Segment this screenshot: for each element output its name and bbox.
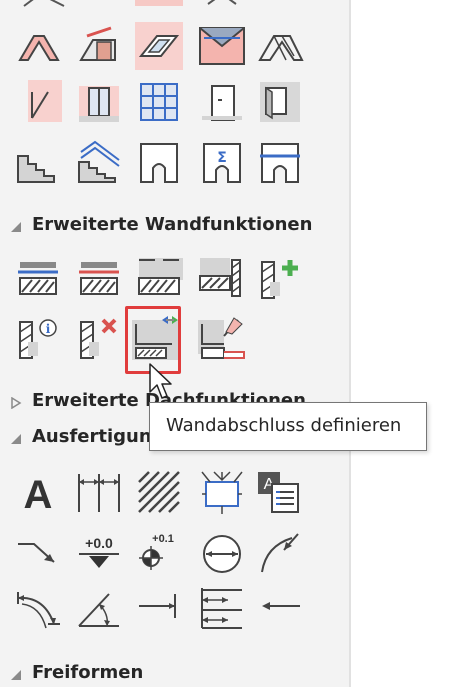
arch-opening-icon[interactable] xyxy=(135,138,183,186)
tooltip: Wandabschluss definieren xyxy=(149,402,427,451)
roof-icon[interactable] xyxy=(14,22,62,70)
canvas-area[interactable] xyxy=(351,0,452,687)
roof-dormer-icon[interactable] xyxy=(75,22,123,70)
wall-info-icon[interactable]: i xyxy=(14,314,62,362)
symbol-box-icon[interactable] xyxy=(198,468,246,516)
section-title: Erweiterte Wandfunktionen xyxy=(32,214,313,235)
expand-triangle-icon xyxy=(11,397,22,409)
section-header-freeforms[interactable]: Freiformen xyxy=(0,660,350,690)
lintel-opening-icon[interactable] xyxy=(256,138,304,186)
text-icon[interactable]: A xyxy=(14,468,62,516)
tooltip-text: Wandabschluss definieren xyxy=(166,415,402,436)
angle-arrow-icon[interactable] xyxy=(256,528,304,576)
text-label-icon[interactable]: A xyxy=(256,468,304,516)
stairs-icon[interactable] xyxy=(14,138,62,186)
tool-row-stairs: Σ xyxy=(0,138,350,194)
circle-dimension-icon[interactable] xyxy=(198,528,246,576)
stairs-railing-icon[interactable] xyxy=(75,138,123,186)
tool-row-roofs xyxy=(0,22,350,78)
wall-slab-icon[interactable] xyxy=(135,254,183,302)
wall-corner-icon[interactable] xyxy=(198,254,246,302)
level-marker-icon[interactable]: +0.0 xyxy=(75,528,123,576)
tool-row-wall-1 xyxy=(0,254,350,310)
wall-end-edit-icon[interactable] xyxy=(198,314,246,362)
svg-text:Σ: Σ xyxy=(217,150,227,166)
truss-icon[interactable] xyxy=(256,22,304,70)
section-title: Freiformen xyxy=(32,662,144,683)
window-icon[interactable] xyxy=(75,78,123,126)
tool-row-finishing-2: +0.0 +0.1 xyxy=(0,528,350,584)
arrow-left-icon[interactable] xyxy=(256,584,304,632)
stair-rail-icon[interactable] xyxy=(14,78,62,126)
line-arrow-icon[interactable] xyxy=(135,584,183,632)
dimension-icon[interactable] xyxy=(75,468,123,516)
section-title: Ausfertigung xyxy=(32,426,165,447)
tool-row-finishing-1: A A xyxy=(0,468,350,524)
hatch-icon[interactable] xyxy=(135,468,183,516)
collapse-triangle-icon xyxy=(11,670,21,680)
svg-text:i: i xyxy=(46,322,51,336)
svg-text:+0.1: +0.1 xyxy=(152,533,174,545)
elevation-point-icon[interactable]: +0.1 xyxy=(135,528,183,576)
wall-layer-top-icon[interactable] xyxy=(14,254,62,302)
vertical-dimension-icon[interactable] xyxy=(198,584,246,632)
mouse-cursor-icon xyxy=(149,363,172,399)
svg-text:+0.0: +0.0 xyxy=(85,535,113,551)
svg-text:A: A xyxy=(24,473,53,516)
tool-row-openings xyxy=(0,78,350,134)
roof-window-icon[interactable] xyxy=(198,22,246,70)
door-icon[interactable] xyxy=(198,78,246,126)
leader-icon[interactable] xyxy=(14,528,62,576)
wall-add-icon[interactable] xyxy=(256,254,304,302)
angle-dimension-icon[interactable] xyxy=(75,584,123,632)
section-header-extended-wall[interactable]: Erweiterte Wandfunktionen xyxy=(0,212,350,242)
wall-delete-icon[interactable] xyxy=(75,314,123,362)
wall-opening-icon[interactable] xyxy=(256,78,304,126)
arc-dimension-icon[interactable] xyxy=(14,584,62,632)
tool-row-finishing-3 xyxy=(0,584,350,640)
grid-window-icon[interactable] xyxy=(135,78,183,126)
wall-layer-red-icon[interactable] xyxy=(75,254,123,302)
skylight-icon[interactable] xyxy=(135,22,183,70)
sum-opening-icon[interactable]: Σ xyxy=(198,138,246,186)
collapse-triangle-icon xyxy=(11,434,21,444)
collapse-triangle-icon xyxy=(11,222,21,232)
